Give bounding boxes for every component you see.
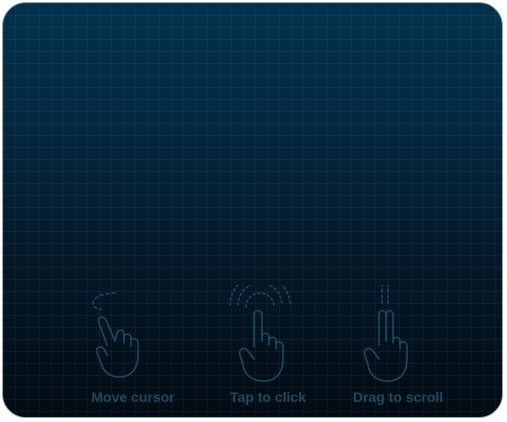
gesture-hint-tap-to-click: Tap to click — [198, 285, 338, 415]
gesture-label: Drag to scroll — [352, 389, 444, 405]
scroll-hand-icon — [363, 285, 408, 382]
move-cursor-hand-icon — [92, 292, 139, 378]
trackpad-surface[interactable]: Move cursor Tap to click Drag to scroll — [2, 2, 503, 418]
tap-hand-icon — [229, 285, 291, 382]
gesture-label: Tap to click — [230, 389, 306, 405]
gesture-hint-drag-to-scroll: Drag to scroll — [328, 285, 468, 415]
gesture-label: Move cursor — [91, 389, 175, 405]
gesture-hint-move-cursor: Move cursor — [63, 285, 203, 415]
